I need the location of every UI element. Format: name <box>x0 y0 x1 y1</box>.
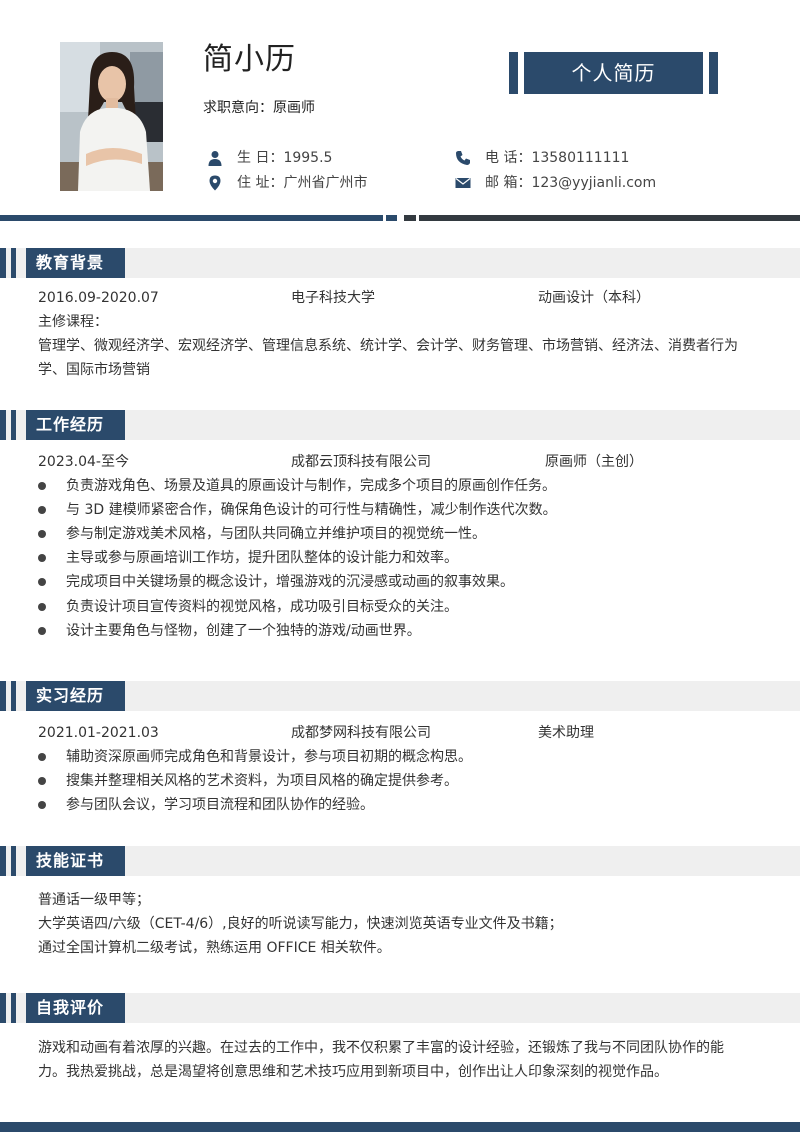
phone-text: 电 话：13580111111 <box>485 150 630 166</box>
list-item-text: 负责设计项目宣传资料的视觉风格，成功吸引目标受众的关注。 <box>66 599 458 615</box>
skill-line: 大学英语四/六级（CET-4/6）,良好的听说读写能力，快速浏览英语专业文件及书… <box>38 916 563 932</box>
section-title: 工作经历 <box>26 410 125 440</box>
job-intent: 求职意向：原画师 <box>203 100 315 116</box>
work-role: 原画师（主创） <box>545 454 643 470</box>
section-title: 实习经历 <box>26 681 125 711</box>
info-address: 住 址：广州省广州市 <box>207 173 367 193</box>
email-text: 邮 箱：123@yyjianli.com <box>485 175 657 191</box>
banner-bar-right <box>709 52 718 94</box>
courses-text: 管理学、微观经济学、宏观经济学、管理信息系统、统计学、会计学、财务管理、市场营销… <box>38 338 738 378</box>
person-icon <box>207 150 223 166</box>
list-item-text: 参与制定游戏美术风格，与团队共同确立并维护项目的视觉统一性。 <box>66 526 486 542</box>
resume-banner: 个人简历 <box>509 52 718 94</box>
footer-bar <box>0 1122 800 1132</box>
info-email: 邮 箱：123@yyjianli.com <box>455 173 656 193</box>
section-skills: 技能证书 <box>0 846 800 876</box>
bullet-icon <box>38 554 46 562</box>
section-bar <box>11 993 16 1023</box>
internship-company: 成都梦网科技有限公司 <box>291 725 431 741</box>
bullet-icon <box>38 530 46 538</box>
list-item-text: 主导或参与原画培训工作坊，提升团队整体的设计能力和效率。 <box>66 550 458 566</box>
skill-line: 通过全国计算机二级考试，熟练运用 OFFICE 相关软件。 <box>38 940 391 956</box>
bullet-icon <box>38 506 46 514</box>
header-divider-right <box>404 215 800 221</box>
banner-title: 个人简历 <box>524 52 703 94</box>
section-bar <box>0 681 6 711</box>
courses-label: 主修课程： <box>38 314 108 330</box>
section-education: 教育背景 <box>0 248 800 278</box>
envelope-icon <box>455 175 471 191</box>
education-school: 电子科技大学 <box>291 290 375 306</box>
phone-icon <box>455 150 471 166</box>
section-work: 工作经历 <box>0 410 800 440</box>
work-company: 成都云顶科技有限公司 <box>291 454 431 470</box>
section-bar <box>0 993 6 1023</box>
list-item-text: 参与团队会议，学习项目流程和团队协作的经验。 <box>66 797 374 813</box>
bullet-icon <box>38 627 46 635</box>
info-birth: 生 日：1995.5 <box>207 148 332 168</box>
list-item-text: 负责游戏角色、场景及道具的原画设计与制作，完成多个项目的原画创作任务。 <box>66 478 556 494</box>
section-self-evaluation: 自我评价 <box>0 993 800 1023</box>
section-title: 技能证书 <box>26 846 125 876</box>
section-bar <box>11 248 16 278</box>
divider-gap-right <box>416 215 419 221</box>
bullet-icon <box>38 603 46 611</box>
bullet-icon <box>38 482 46 490</box>
section-bar <box>0 248 6 278</box>
section-internship: 实习经历 <box>0 681 800 711</box>
divider-gap-left <box>383 215 386 221</box>
birth-text: 生 日：1995.5 <box>237 150 333 166</box>
work-date: 2023.04-至今 <box>38 454 129 470</box>
address-text: 住 址：广州省广州市 <box>237 175 368 191</box>
list-item-text: 搜集并整理相关风格的艺术资料，为项目风格的确定提供参考。 <box>66 773 458 789</box>
internship-role: 美术助理 <box>538 725 594 741</box>
profile-photo <box>60 42 163 191</box>
section-bar <box>0 846 6 876</box>
info-phone: 电 话：13580111111 <box>455 148 629 168</box>
education-major: 动画设计（本科） <box>538 290 650 306</box>
section-bar <box>11 846 16 876</box>
bullet-icon <box>38 777 46 785</box>
candidate-name: 简小历 <box>203 42 296 77</box>
section-bar <box>11 410 16 440</box>
bullet-icon <box>38 753 46 761</box>
banner-bar-left <box>509 52 518 94</box>
location-pin-icon <box>207 175 223 191</box>
section-bar <box>11 681 16 711</box>
skill-line: 普通话一级甲等； <box>38 892 150 908</box>
education-date: 2016.09-2020.07 <box>38 290 159 306</box>
bullet-icon <box>38 801 46 809</box>
section-title: 自我评价 <box>26 993 125 1023</box>
bullet-icon <box>38 578 46 586</box>
list-item-text: 完成项目中关键场景的概念设计，增强游戏的沉浸感或动画的叙事效果。 <box>66 574 514 590</box>
self-evaluation-text: 游戏和动画有着浓厚的兴趣。在过去的工作中，我不仅积累了丰富的设计经验，还锻炼了我… <box>38 1040 724 1080</box>
internship-date: 2021.01-2021.03 <box>38 725 159 741</box>
header-divider-left <box>0 215 397 221</box>
section-bar <box>0 410 6 440</box>
list-item-text: 与 3D 建模师紧密合作，确保角色设计的可行性与精确性，减少制作迭代次数。 <box>66 502 557 518</box>
list-item-text: 设计主要角色与怪物，创建了一个独特的游戏/动画世界。 <box>66 623 421 639</box>
list-item-text: 辅助资深原画师完成角色和背景设计，参与项目初期的概念构思。 <box>66 749 472 765</box>
section-title: 教育背景 <box>26 248 125 278</box>
